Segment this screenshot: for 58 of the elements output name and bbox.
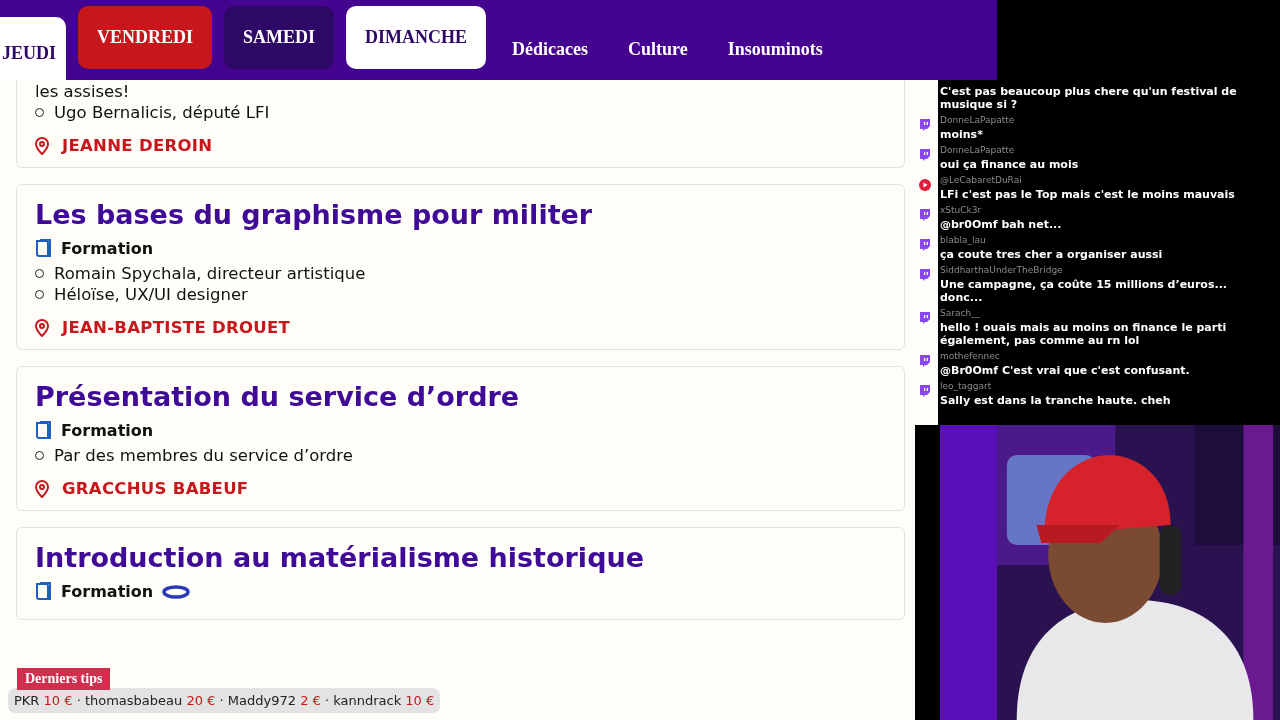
location-text: GRACCHUS BABEUF (62, 479, 249, 498)
map-pin-icon (35, 318, 49, 337)
chat-bubble-icon (919, 119, 930, 131)
map-pin-icon (35, 136, 49, 155)
chat-username: mothefennec (939, 350, 1001, 363)
chat-message: moins* (939, 127, 984, 143)
chat-username: blabla_lau (939, 234, 987, 247)
chat-bubble-icon (919, 269, 930, 281)
chat-username: SiddharthaUnderTheBridge (939, 264, 1064, 277)
book-icon (35, 421, 52, 440)
day-tab[interactable]: VENDREDI (78, 6, 213, 69)
chat-username: DonneLaPapatte (939, 144, 1016, 157)
chat-bubble-icon (919, 209, 930, 221)
loop-icon (162, 584, 191, 599)
chat-bubble-icon (919, 312, 930, 324)
speaker-text: Par des membres du service d’ordre (54, 446, 353, 465)
session-type: Formation (61, 582, 154, 601)
session-title: Présentation du service d’ordre (35, 380, 521, 414)
nav-link[interactable]: Dédicaces (498, 39, 603, 60)
tips-bar: PKR 10 € · thomasbabeau 20 € · Maddy972 2 € · kanndrack 10 € (8, 688, 441, 713)
chat-bubble-icon (919, 385, 930, 397)
day-tab[interactable]: DIMANCHE (346, 6, 487, 69)
speaker-text: Héloïse, UX/UI designer (54, 285, 248, 304)
chat-bubble-icon (919, 355, 930, 367)
chat-username: @LeCabaretDuRai (939, 174, 1023, 187)
chat-message: oui ça finance au mois (939, 157, 1080, 173)
chat-message: C'est pas beaucoup plus chere qu'un festival de musique si ? (939, 84, 1238, 113)
chat-username: leo_taggart (939, 380, 993, 393)
book-icon (35, 582, 52, 601)
speaker-text: les assises! (35, 82, 130, 101)
chat-message: LFi c'est pas le Top mais c'est le moins mauvais (939, 187, 1236, 203)
play-icon (919, 179, 931, 191)
chat-bubble-icon (919, 149, 930, 161)
nav-link[interactable]: Culture (614, 39, 702, 60)
session-title: Les bases du graphisme pour militer (35, 198, 594, 232)
location-text: JEAN-BAPTISTE DROUET (62, 318, 291, 337)
chat-message: hello ! ouais mais au moins on finance le parti également, pas comme au rn lol (939, 320, 1228, 349)
day-tab[interactable]: SAMEDI (224, 6, 335, 69)
session-type: Formation (61, 239, 154, 258)
chat-message: Une campagne, ça coûte 15 millions d’euros... donc... (939, 277, 1228, 306)
session-type: Formation (61, 421, 154, 440)
day-tab[interactable]: JEUDI (0, 17, 66, 80)
speaker-text: Romain Spychala, directeur artistique (54, 264, 366, 283)
location-text: JEANNE DEROIN (62, 136, 213, 155)
nav-link[interactable]: Insouminots (713, 39, 837, 60)
chat-username: Sarach__ (939, 307, 982, 320)
book-icon (35, 239, 52, 258)
chat-message: @br0Omf bah net... (939, 217, 1063, 233)
chat-message: Sally est dans la tranche haute. cheh (939, 393, 1172, 409)
session-title: Introduction au matérialisme historique (35, 541, 645, 575)
chat-message: ça coute tres cher a organiser aussi (939, 247, 1164, 263)
chat-message: @Br0Omf C'est vrai que c'est confusant. (939, 363, 1191, 379)
chat-bubble-icon (919, 239, 930, 251)
chat-username: xStuCk3r (939, 204, 983, 217)
tips-title: Derniers tips (17, 668, 111, 690)
map-pin-icon (35, 479, 49, 498)
speaker-text: Ugo Bernalicis, député LFI (54, 103, 270, 122)
chat-username: DonneLaPapatte (939, 114, 1016, 127)
